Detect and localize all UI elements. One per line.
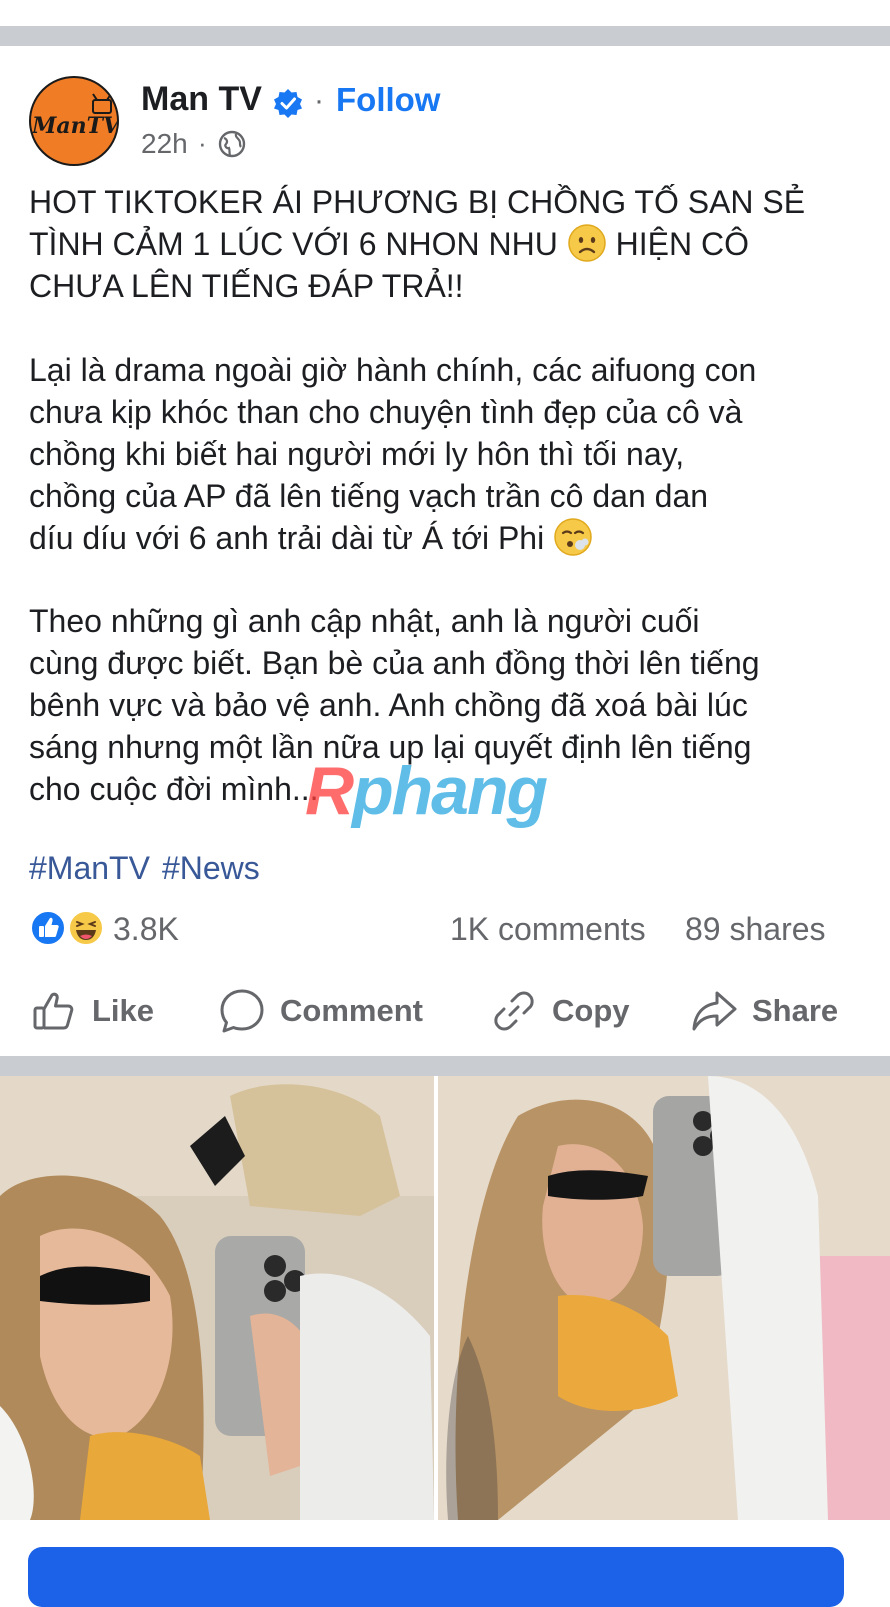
hashtag-mantv[interactable]: #ManTV <box>29 850 150 886</box>
hashtag-news[interactable]: #News <box>162 850 260 886</box>
avatar-logo-text: ManTV <box>31 113 119 139</box>
post-photo-left[interactable] <box>0 1076 434 1520</box>
page-name[interactable]: Man TV <box>141 80 262 119</box>
globe-icon <box>218 130 246 158</box>
copy-label: Copy <box>552 993 630 1028</box>
speech-bubble-icon <box>220 989 264 1033</box>
verified-badge-icon <box>274 89 302 118</box>
photo-right-image <box>438 1076 890 1520</box>
watermark-rest: phang <box>352 753 548 829</box>
comment-label: Comment <box>280 993 423 1028</box>
page-avatar[interactable]: ManTV <box>29 76 119 166</box>
shares-count[interactable]: 89 shares <box>685 911 826 948</box>
reaction-count: 3.8K <box>113 911 179 947</box>
link-icon <box>494 991 534 1031</box>
thumbs-up-icon <box>33 992 74 1030</box>
like-reaction-icon <box>30 910 66 946</box>
follow-separator: · <box>314 84 324 117</box>
watermark-r: R <box>305 753 354 829</box>
paragraph-1-text: Lại là drama ngoài giờ hành chính, các a… <box>29 352 757 556</box>
post-paragraph-1: Lại là drama ngoài giờ hành chính, các a… <box>29 349 869 559</box>
copy-button[interactable]: Copy <box>490 985 630 1037</box>
hashtag-list: #ManTV #News <box>29 850 272 887</box>
timestamp-separator: · <box>198 128 207 158</box>
post-timestamp[interactable]: 22h <box>141 128 188 160</box>
follow-button[interactable]: Follow <box>336 81 440 119</box>
like-button[interactable]: Like <box>30 985 154 1037</box>
share-button[interactable]: Share <box>690 985 838 1037</box>
feed-separator-top <box>0 26 890 46</box>
haha-reaction-icon <box>68 910 104 946</box>
watermark-logo: Rphang <box>305 752 548 830</box>
reaction-summary[interactable]: 3.8K <box>29 909 229 949</box>
mantv-logo-icon: ManTV <box>31 93 119 139</box>
bottom-action-bar[interactable] <box>28 1547 844 1607</box>
top-bar <box>0 0 890 26</box>
comment-button[interactable]: Comment <box>218 985 423 1037</box>
frowning-face-emoji <box>567 224 606 262</box>
post-headline: HOT TIKTOKER ÁI PHƯƠNG BỊ CHỒNG TỐ SAN S… <box>29 181 869 307</box>
feed-separator-middle <box>0 1056 890 1076</box>
photo-left-image <box>0 1076 434 1520</box>
like-label: Like <box>92 993 155 1028</box>
share-label: Share <box>752 993 839 1028</box>
exhaling-face-emoji <box>554 518 592 556</box>
comments-count[interactable]: 1K comments <box>450 911 646 948</box>
post-photo-right[interactable] <box>438 1076 890 1520</box>
share-arrow-icon <box>692 991 737 1031</box>
